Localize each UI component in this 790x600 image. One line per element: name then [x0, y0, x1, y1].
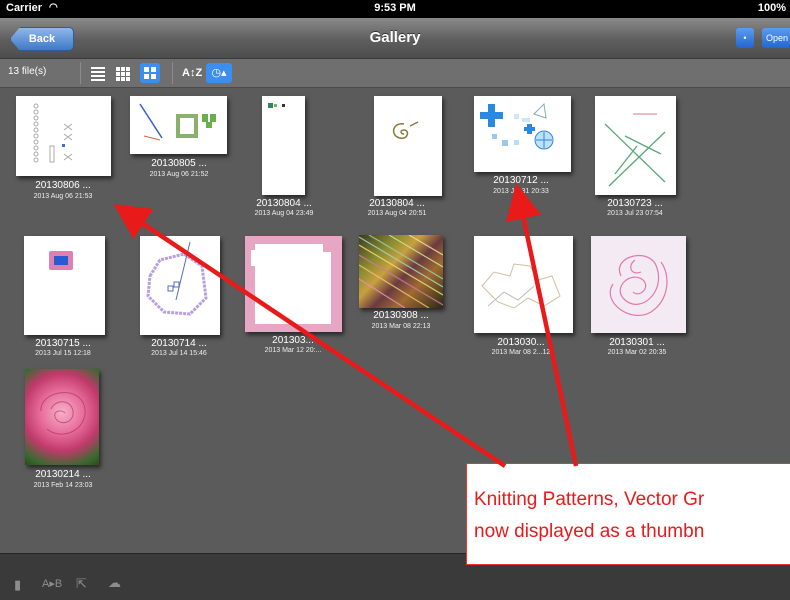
toolbar-divider	[80, 62, 81, 84]
thumbnail-green-lines[interactable]	[595, 96, 676, 195]
clock-label: 9:53 PM	[374, 2, 416, 14]
pink-square-preview	[49, 251, 73, 270]
item-name: 20130715 ...	[35, 338, 91, 349]
item-name: 20130806 ...	[35, 180, 91, 191]
thumbnail-line-drawing[interactable]	[374, 96, 442, 196]
thumbnail-pink-square[interactable]	[24, 236, 105, 335]
item-name: 20130714 ...	[151, 338, 207, 349]
page-title: Gallery	[369, 29, 421, 46]
item-date: 2013 Aug 06 21:52	[149, 171, 209, 178]
annotation-callout: Knitting Patterns, Vector Gr now display…	[466, 463, 790, 565]
item-name: 20130805 ...	[151, 158, 207, 169]
item-date: 2013 Mar 08 2...12	[491, 349, 551, 356]
item-name: 20130723 ...	[607, 198, 663, 209]
item-date: 2013 Jul 23 07:54	[607, 210, 663, 217]
open-button[interactable]: Open	[762, 28, 790, 48]
sort-alphabetical-button[interactable]: A↕Z	[182, 63, 202, 83]
thumbnail-rose-outline[interactable]	[591, 236, 686, 333]
sort-by-date-button[interactable]: ◷▴	[206, 63, 232, 83]
item-name: 20130308 ...	[373, 310, 429, 321]
shapes-preview	[480, 102, 554, 150]
item-name: 20130804 ...	[256, 198, 312, 209]
list-view-button[interactable]	[88, 63, 108, 83]
thumbnail-vector-shapes[interactable]	[130, 96, 227, 154]
toolbar-divider	[172, 62, 173, 84]
large-grid-view-button[interactable]	[140, 63, 160, 83]
item-date: 2013 Jul 31 20:33	[493, 188, 549, 195]
pixel-preview	[146, 241, 208, 316]
item-name: 20130804 ...	[369, 198, 425, 209]
pattern-preview	[33, 103, 73, 163]
thumbnail-pink-frame[interactable]	[245, 236, 342, 332]
item-date: 2013 Aug 04 23:49	[254, 210, 314, 217]
thumbnail-purple-pixel[interactable]	[140, 236, 220, 335]
thumbnail-tall-sketch[interactable]	[262, 96, 305, 195]
thumbnail-rose-photo[interactable]	[25, 369, 99, 465]
item-name: 20130301 ...	[609, 337, 665, 348]
navigation-bar: Back Gallery • Open	[0, 18, 790, 59]
small-grid-view-button[interactable]	[113, 63, 133, 83]
trash-icon[interactable]: ▮	[14, 577, 21, 593]
annotation-line-2: now displayed as a thumbn	[474, 521, 705, 542]
item-date: 2013 Feb 14 23:03	[33, 482, 93, 489]
pink-frame-preview	[251, 244, 331, 324]
vector-preview	[139, 103, 216, 141]
item-name: 20130214 ...	[35, 469, 91, 480]
line-drawing-preview	[392, 121, 419, 139]
cloud-icon[interactable]: ☁	[108, 575, 121, 591]
lines-preview	[604, 113, 666, 187]
annotation-line-1: Knitting Patterns, Vector Gr	[474, 489, 705, 510]
item-date: 2013 Aug 06 21:53	[33, 193, 93, 200]
item-date: 2013 Aug 04 20:51	[367, 210, 427, 217]
item-date: 2013 Jul 14 15:46	[151, 350, 207, 357]
item-name: 20130712 ...	[493, 175, 549, 186]
rose-outline-preview	[609, 254, 668, 317]
thumbnail-knitting-pattern[interactable]	[16, 96, 111, 176]
item-name: 2013030...	[497, 337, 545, 348]
battery-label: 100%	[757, 2, 786, 14]
item-date: 2013 Jul 15 12:18	[35, 350, 91, 357]
rename-icon[interactable]: A▸B	[42, 577, 62, 590]
texture-preview	[359, 235, 443, 308]
item-date: 2013 Mar 08 22:13	[371, 323, 431, 330]
options-button[interactable]: •	[736, 28, 754, 48]
thumbnail-blue-shapes[interactable]	[474, 96, 571, 172]
file-count: 13 file(s)	[8, 66, 47, 77]
status-bar: Carrier ◠ 9:53 PM 100%	[0, 0, 790, 18]
view-toolbar: 13 file(s) A↕Z ◷▴	[0, 59, 790, 88]
item-date: 2013 Mar 12 20:...	[264, 347, 322, 354]
item-date: 2013 Mar 02 20:35	[607, 349, 667, 356]
item-name: 201303...	[272, 335, 314, 346]
rose-photo-preview	[40, 392, 86, 435]
thumbnail-photo-texture[interactable]	[359, 235, 443, 308]
outline-preview	[481, 263, 561, 309]
thumbnail-outline-sketch[interactable]	[474, 236, 573, 333]
share-icon[interactable]: ⇱	[76, 576, 87, 592]
sketch-preview	[268, 103, 285, 108]
